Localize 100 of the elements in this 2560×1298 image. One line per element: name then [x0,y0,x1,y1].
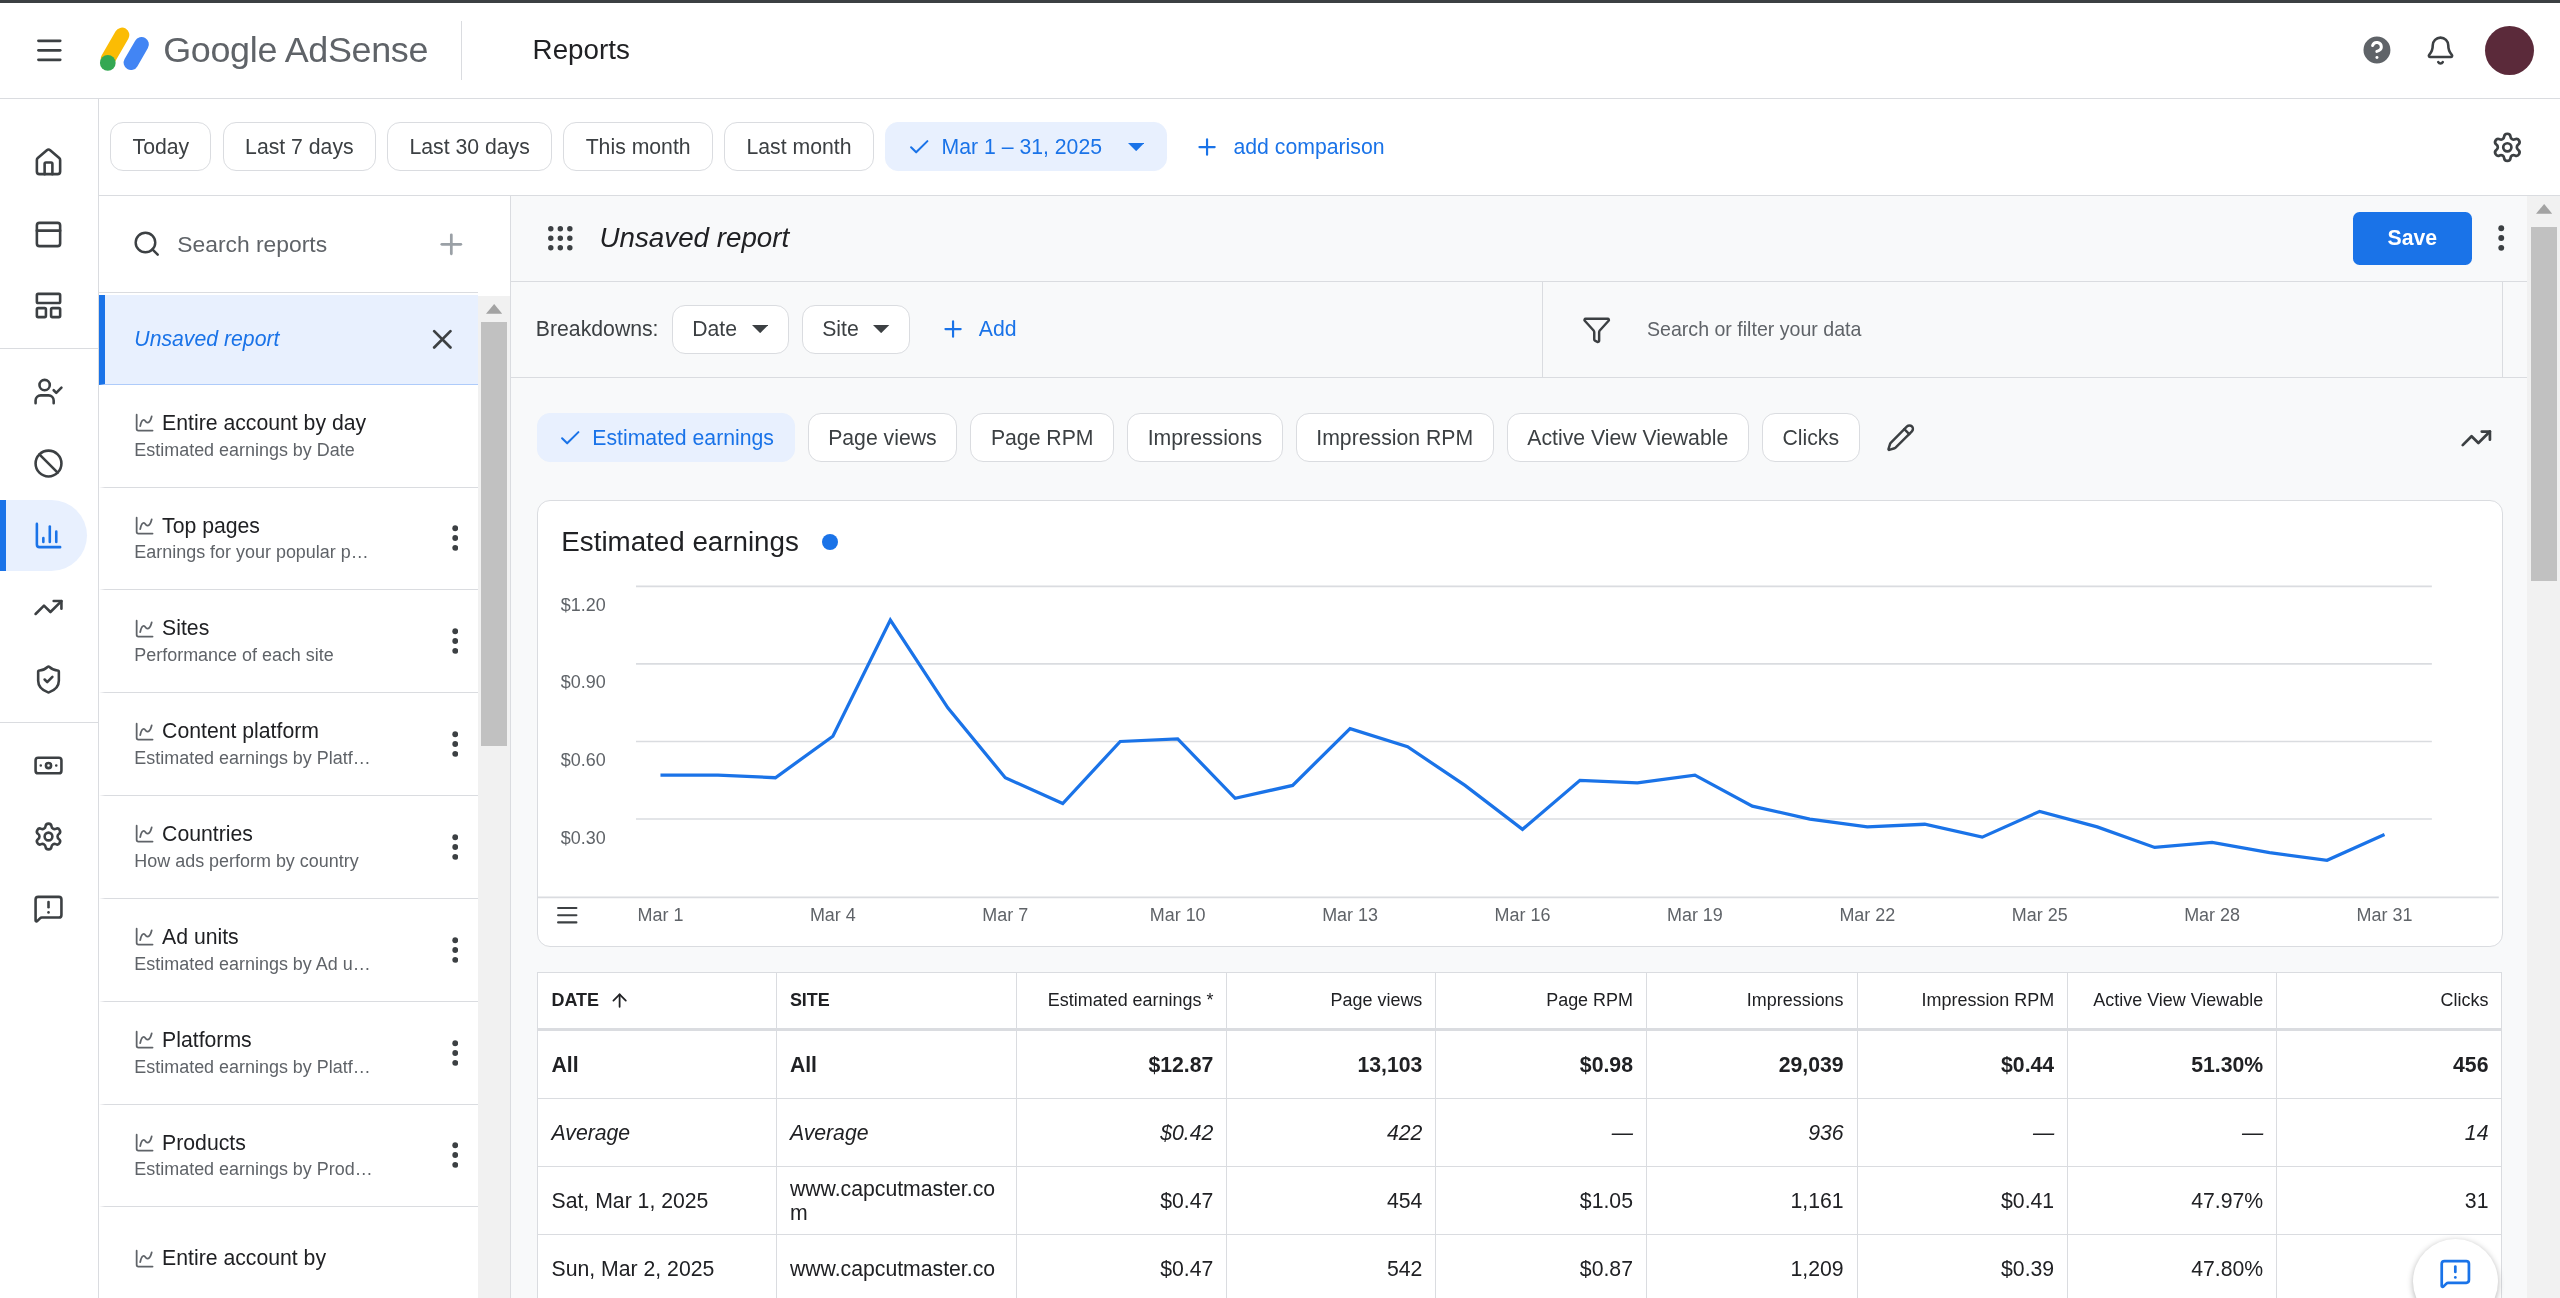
x-axis-label: Mar 31 [2357,904,2413,925]
filter-field[interactable]: Search or filter your data [1643,316,2502,343]
more-button[interactable] [451,1142,459,1169]
edit-button[interactable] [1885,423,1916,453]
more-button[interactable] [451,1039,459,1066]
table-cell: 1,161 [1646,1166,1858,1235]
metric-chip[interactable]: Page RPM [970,413,1115,463]
table-cell: 454 [1226,1166,1436,1235]
table-cell: $0.42 [1016,1098,1227,1167]
metric-chip[interactable]: Impression RPM [1295,413,1494,463]
table-cell: www.capcutmaster.com [776,1166,1017,1235]
filter-icon [1581,314,1612,344]
x-axis-label: Mar 16 [1495,904,1551,925]
column-header[interactable]: Page views [1226,972,1436,1030]
column-header[interactable]: SITE [776,972,1017,1030]
x-axis-label: Mar 22 [1839,904,1896,925]
breakdowns-label: Breakdowns: [535,317,659,342]
scroll-up-icon [485,303,503,314]
x-axis-label: Mar 28 [2184,904,2241,925]
report-description: Estimated earnings by Platf… [134,1056,372,1078]
column-header[interactable]: Page RPM [1435,972,1647,1030]
page-title: Reports [532,34,630,67]
more-button[interactable] [451,833,459,861]
scrollbar[interactable] [477,295,511,1298]
report-description: Estimated earnings by Platf… [134,748,372,770]
x-axis-label: Mar 1 [638,904,684,925]
column-header[interactable]: Impression RPM [1857,972,2068,1030]
table-cell: 13,103 [1226,1029,1436,1099]
caret-icon [1128,142,1145,151]
breakdown-dropdown[interactable]: Date [671,304,789,354]
table-cell: 47.97% [2067,1166,2277,1235]
report-title: Products [162,1130,246,1155]
column-header[interactable]: DATE [537,972,777,1030]
x-axis-label: Mar 7 [982,904,1029,925]
bar-chart-nav-item[interactable] [0,499,87,572]
more-icon [451,833,459,861]
table-cell: 936 [1646,1098,1858,1167]
table-cell: Sat, Mar 1, 2025 [537,1166,777,1235]
report-list-item[interactable]: Unsaved report [98,294,478,385]
table-cell: Average [537,1098,777,1167]
report-title: Top pages [162,513,260,538]
report-title: Ad units [162,924,239,949]
metric-chip[interactable]: Impressions [1127,413,1283,463]
more-button[interactable] [451,525,459,552]
table-cell: 422 [1226,1098,1436,1167]
report-description: Estimated earnings by Prod… [134,1159,374,1181]
table-cell: $12.87 [1016,1029,1227,1099]
more-icon [451,525,459,552]
column-header[interactable]: Impressions [1646,972,1858,1030]
sparkline-icon [134,1132,156,1154]
date-range-chip[interactable]: Last month [724,122,874,172]
pencil-icon [1885,423,1916,453]
more-button[interactable] [451,731,459,758]
more-button[interactable] [2498,225,2505,252]
date-range-chip[interactable]: Today [110,122,212,172]
table-cell: All [776,1029,1017,1099]
more-button[interactable] [451,936,459,963]
sparkline-icon [134,514,156,537]
date-range-chip[interactable]: This month [563,122,713,172]
metric-chip[interactable]: Page views [807,413,958,463]
table-cell: $1.05 [1435,1166,1647,1235]
column-header[interactable]: Clicks [2276,972,2502,1030]
scroll-up-icon [2535,204,2552,214]
breakdown-dropdown[interactable]: Site [801,304,911,354]
caret-icon [873,325,890,334]
table-cell: — [1857,1098,2068,1167]
report-title: Content platform [162,719,319,744]
report-title: Countries [162,822,253,847]
feedback-icon [33,893,65,925]
metric-chip[interactable]: Clicks [1761,413,1860,463]
date-range-chip[interactable]: Mar 1 – 31, 2025 [885,122,1167,172]
sparkline-icon [134,617,156,639]
metric-chip[interactable]: Estimated earnings [537,413,795,463]
report-description: Estimated earnings by Ad u… [134,953,372,975]
search-icon [131,229,161,259]
date-range-chip[interactable]: Last 30 days [387,122,552,172]
x-axis-label: Mar 19 [1667,904,1724,925]
table-cell: 29,039 [1646,1029,1858,1099]
scrollbar[interactable] [2527,196,2560,1298]
table-cell: Average [776,1098,1017,1167]
more-button[interactable] [451,628,459,655]
column-header[interactable]: Estimated earnings * [1016,972,1227,1030]
table-cell: — [1435,1098,1647,1167]
y-axis-label: $0.30 [561,827,607,847]
date-range-chip[interactable]: Last 7 days [222,122,376,172]
add-breakdown-link[interactable]: Add [929,316,1027,343]
table-cell: 456 [2276,1029,2502,1099]
avatar[interactable] [2484,25,2534,75]
metric-chip[interactable]: Active View Viewable [1506,413,1749,463]
report-title: Sites [162,616,210,641]
x-axis-label: Mar 25 [2012,904,2069,925]
column-header[interactable]: Active View Viewable [2067,972,2277,1030]
add-comparison-link[interactable]: add comparison [1184,133,1395,160]
table-cell: $0.98 [1435,1029,1647,1099]
save-button[interactable]: Save [2352,212,2472,265]
search-reports-field[interactable]: Search reports [174,229,423,260]
report-description: How ads perform by country [134,850,360,872]
sparkline-icon [134,720,156,742]
report-title: Unsaved report [134,327,280,352]
sparkline-icon [134,412,156,434]
